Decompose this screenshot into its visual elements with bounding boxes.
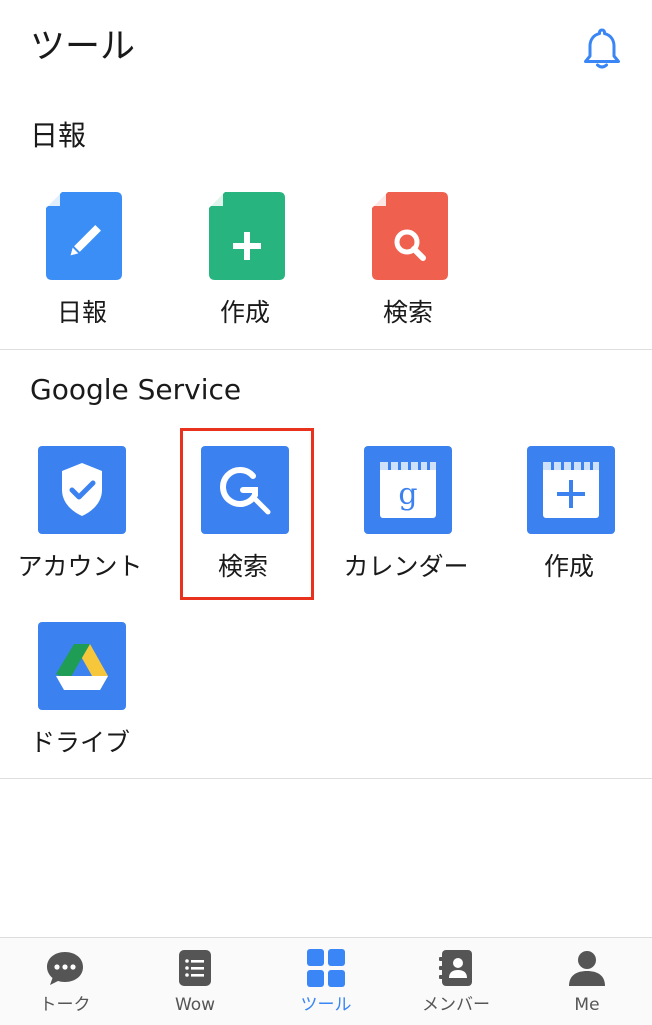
tab-talk[interactable]: トーク [0, 938, 130, 1025]
nippo-tile[interactable]: 日報 [2, 192, 162, 352]
add-document-icon [209, 192, 285, 280]
nippo-search-label: 検索 [382, 298, 433, 327]
google-account-tile[interactable]: アカウント [0, 446, 160, 606]
bell-icon[interactable] [578, 24, 626, 72]
tab-wow[interactable]: Wow [130, 938, 260, 1025]
tab-members-label: メンバー [422, 995, 490, 1015]
section-divider-bottom [0, 778, 652, 779]
google-calendar-icon: g [364, 446, 452, 534]
search-document-icon [372, 192, 448, 280]
tab-me[interactable]: Me [522, 938, 652, 1025]
edit-document-icon [46, 192, 122, 280]
list-note-icon [179, 950, 211, 986]
nippo-create-tile[interactable]: 作成 [165, 192, 325, 352]
person-icon [569, 951, 605, 986]
tab-members[interactable]: メンバー [391, 938, 521, 1025]
section-divider [0, 349, 652, 350]
google-calendar-create-label: 作成 [543, 552, 594, 581]
grid-tools-icon [307, 949, 345, 987]
tab-bar: トーク Wow ツール メンバー Me [0, 937, 652, 1025]
tab-tools[interactable]: ツール [261, 938, 391, 1025]
section-title-nippo: 日報 [30, 119, 87, 152]
shield-check-icon [38, 446, 126, 534]
tab-wow-label: Wow [174, 995, 216, 1015]
google-calendar-create-tile[interactable]: 作成 [489, 446, 649, 606]
google-calendar-tile[interactable]: g カレンダー [326, 446, 486, 606]
tab-talk-label: トーク [39, 995, 91, 1015]
calendar-add-icon [527, 446, 615, 534]
selection-highlight [180, 428, 314, 600]
nippo-search-tile[interactable]: 検索 [328, 192, 488, 352]
google-drive-icon [38, 622, 126, 710]
calendar-glyph: g [398, 477, 417, 512]
tab-tools-label: ツール [300, 995, 352, 1015]
google-drive-tile[interactable]: ドライブ [0, 622, 160, 782]
chat-bubble-icon [47, 952, 83, 985]
google-drive-label: ドライブ [29, 728, 130, 757]
section-title-google: Google Service [30, 373, 242, 406]
contacts-book-icon [439, 950, 472, 986]
page-title: ツール [30, 27, 136, 67]
tab-me-label: Me [574, 995, 600, 1015]
header: ツール [0, 0, 652, 96]
